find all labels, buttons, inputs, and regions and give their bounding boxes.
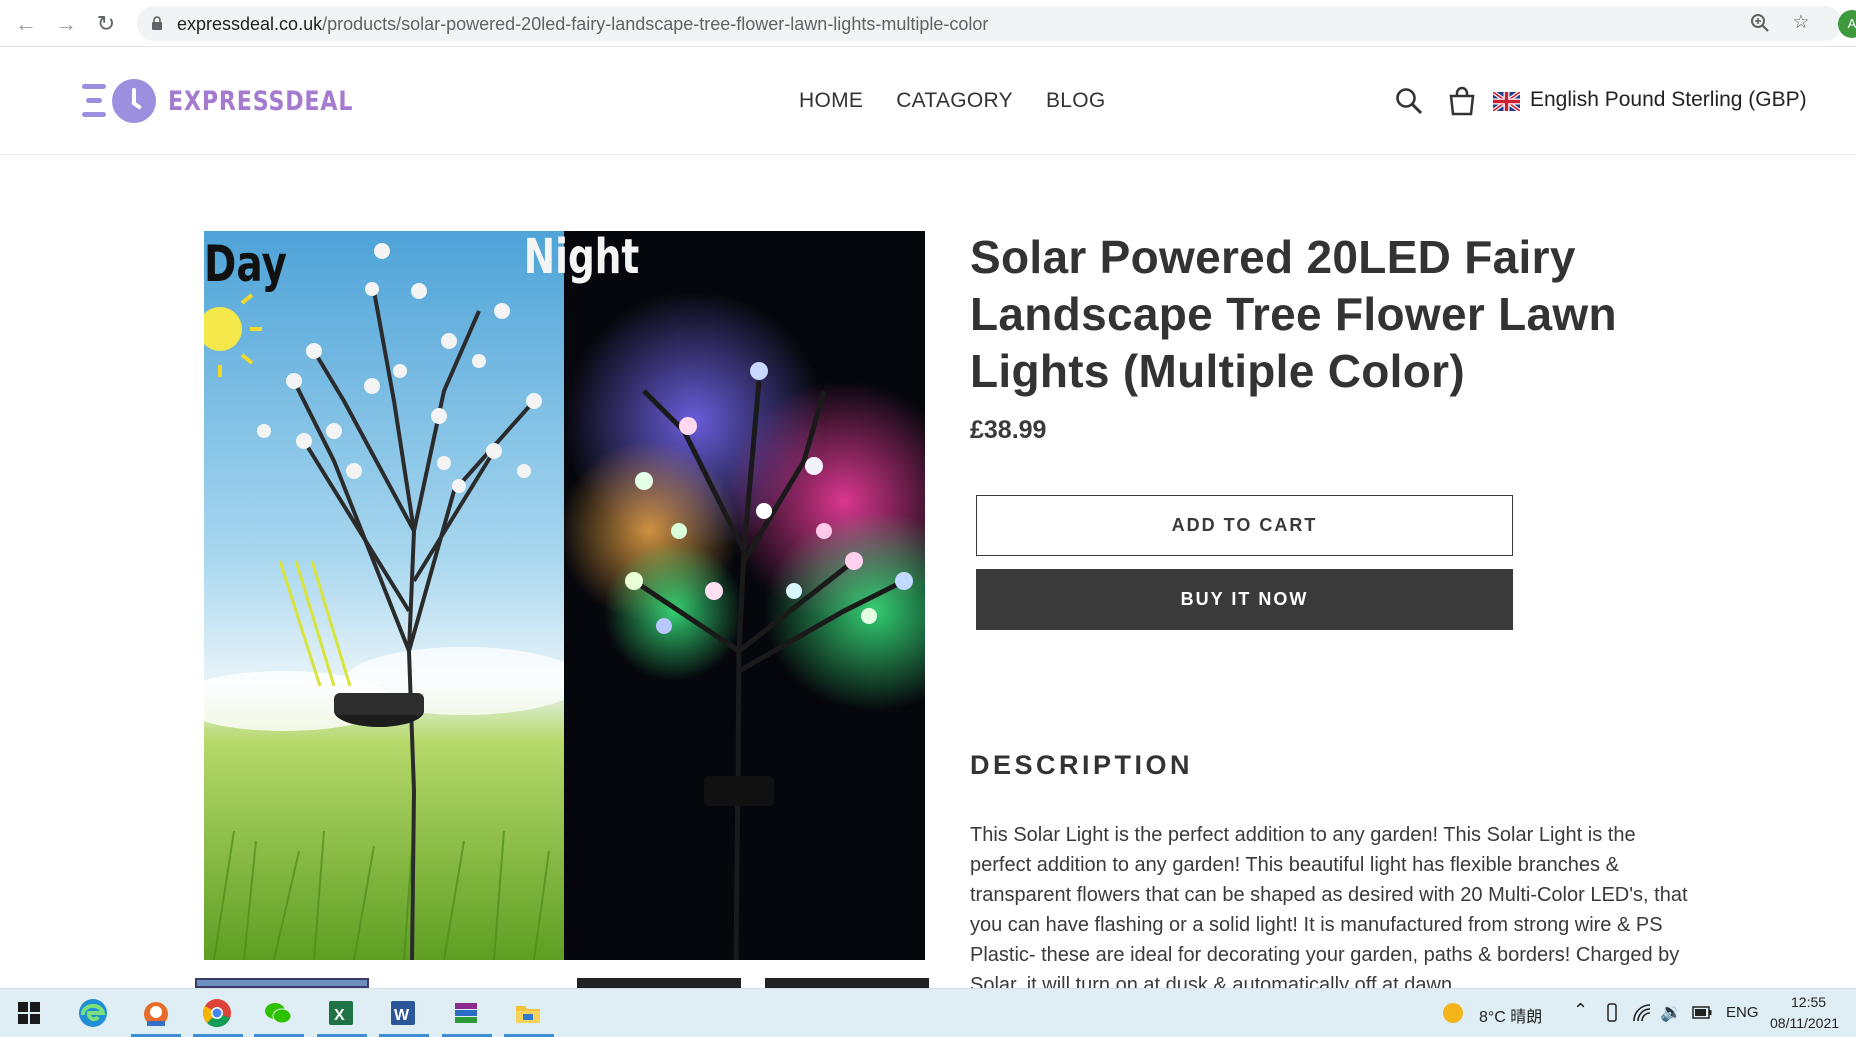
image-label-night: Night: [524, 231, 639, 285]
product-title: Solar Powered 20LED Fairy Landscape Tree…: [970, 231, 1617, 397]
thumbnail-1[interactable]: [195, 978, 369, 988]
nav-home[interactable]: HOME: [799, 89, 863, 113]
main-nav: HOME CATAGORY BLOG: [799, 89, 1106, 113]
word-icon[interactable]: W: [388, 998, 418, 1028]
product-description: This Solar Light is the perfect addition…: [970, 824, 1688, 990]
product-price: £38.99: [970, 416, 1047, 444]
clock-icon: [112, 79, 156, 123]
edge-browser-icon[interactable]: [78, 998, 108, 1028]
game-app-icon[interactable]: [141, 998, 171, 1028]
url-path: /products/solar-powered-20led-fairy-land…: [322, 14, 989, 34]
address-bar[interactable]: expressdeal.co.uk/products/solar-powered…: [137, 6, 1842, 41]
forward-arrow-icon[interactable]: →: [52, 10, 80, 38]
profile-avatar[interactable]: A: [1838, 10, 1856, 38]
wechat-icon[interactable]: [263, 998, 293, 1028]
clock-time[interactable]: 12:55: [1791, 994, 1826, 1010]
bookmark-star-icon[interactable]: ☆: [1790, 12, 1812, 34]
svg-text:X: X: [334, 1007, 345, 1024]
windows-taskbar: X W 8°C 晴朗 ⌃ 🔉 ENG 12:55 08/11/2021: [0, 988, 1856, 1037]
winrar-icon[interactable]: [451, 998, 481, 1028]
file-explorer-icon[interactable]: [513, 998, 543, 1028]
clock-date[interactable]: 08/11/2021: [1770, 1015, 1839, 1031]
site-logo[interactable]: EXPRESSDEAL: [82, 78, 394, 124]
chevron-up-icon[interactable]: ⌃: [1573, 1000, 1588, 1021]
search-icon[interactable]: [1394, 86, 1424, 116]
nav-blog[interactable]: BLOG: [1046, 89, 1106, 113]
uk-flag-icon[interactable]: [1493, 92, 1520, 111]
logo-text: EXPRESSDEAL: [168, 85, 354, 117]
volume-icon[interactable]: 🔉: [1660, 1002, 1682, 1023]
currency-selector[interactable]: English Pound Sterling (GBP): [1530, 88, 1807, 112]
reload-icon[interactable]: ↻: [92, 10, 120, 38]
buy-it-now-button[interactable]: BUY IT NOW: [976, 569, 1513, 630]
windows-start-icon[interactable]: [18, 1002, 40, 1024]
nav-catagory[interactable]: CATAGORY: [896, 89, 1013, 113]
svg-text:W: W: [394, 1007, 410, 1024]
back-arrow-icon[interactable]: ←: [12, 10, 40, 38]
logo-speed-lines: [82, 80, 110, 122]
wifi-icon[interactable]: [1632, 1003, 1652, 1023]
battery-icon[interactable]: [1692, 1006, 1712, 1019]
url-host: expressdeal.co.uk: [177, 14, 323, 34]
excel-icon[interactable]: X: [326, 998, 356, 1028]
image-label-day: Day: [204, 234, 287, 293]
lock-icon: [152, 16, 162, 30]
thumbnail-3[interactable]: [765, 978, 929, 988]
browser-toolbar: ← → ↻ expressdeal.co.uk/products/solar-p…: [0, 0, 1856, 47]
usb-device-icon[interactable]: [1605, 1003, 1619, 1023]
zoom-icon[interactable]: [1749, 12, 1771, 34]
weather-text[interactable]: 8°C 晴朗: [1479, 1003, 1542, 1027]
input-language[interactable]: ENG: [1726, 1004, 1759, 1021]
url-text[interactable]: expressdeal.co.uk/products/solar-powered…: [177, 14, 988, 35]
product-main-image[interactable]: Day Night: [204, 231, 925, 960]
cart-bag-icon[interactable]: [1449, 86, 1475, 116]
chrome-icon[interactable]: [202, 998, 232, 1028]
description-heading: DESCRIPTION: [970, 750, 1194, 780]
add-to-cart-button[interactable]: ADD TO CART: [976, 495, 1513, 556]
site-header: EXPRESSDEAL HOME CATAGORY BLOG English P…: [0, 48, 1856, 155]
thumbnail-2[interactable]: [577, 978, 741, 988]
weather-sun-icon[interactable]: [1442, 1002, 1464, 1024]
